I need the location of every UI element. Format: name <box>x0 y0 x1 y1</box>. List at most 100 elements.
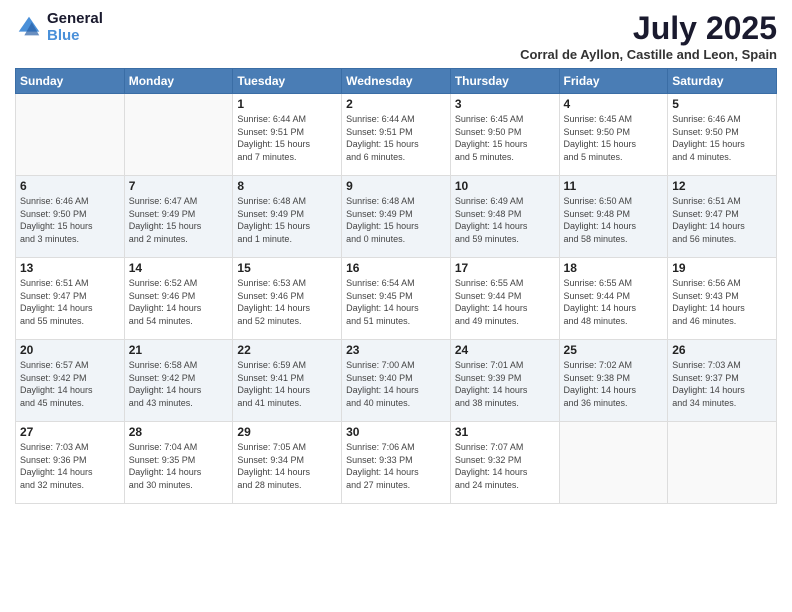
day-number: 16 <box>346 261 446 275</box>
calendar-day: 5 Sunrise: 6:46 AM Sunset: 9:50 PM Daylig… <box>668 94 777 176</box>
day-info: Sunrise: 6:57 AM Sunset: 9:42 PM Dayligh… <box>20 359 120 409</box>
day-info: Sunrise: 6:54 AM Sunset: 9:45 PM Dayligh… <box>346 277 446 327</box>
page: General Blue July 2025 Corral de Ayllon,… <box>0 0 792 612</box>
day-number: 29 <box>237 425 337 439</box>
calendar-day: 6Sunrise: 6:46 AM Sunset: 9:50 PM Daylig… <box>16 176 125 258</box>
calendar-day: 15Sunrise: 6:53 AM Sunset: 9:46 PM Dayli… <box>233 258 342 340</box>
calendar-day: 28Sunrise: 7:04 AM Sunset: 9:35 PM Dayli… <box>124 422 233 504</box>
calendar-day <box>668 422 777 504</box>
day-info: Sunrise: 7:01 AM Sunset: 9:39 PM Dayligh… <box>455 359 555 409</box>
calendar-day: 7 Sunrise: 6:47 AM Sunset: 9:49 PM Daylig… <box>124 176 233 258</box>
calendar-day: 8 Sunrise: 6:48 AM Sunset: 9:49 PM Daylig… <box>233 176 342 258</box>
day-info: Sunrise: 6:48 AM Sunset: 9:49 PM Dayligh… <box>237 195 337 245</box>
col-header-thursday: Thursday <box>450 69 559 94</box>
day-info: Sunrise: 6:44 AM Sunset: 9:51 PM Dayligh… <box>346 113 446 163</box>
day-number: 13 <box>20 261 120 275</box>
calendar-day: 23 Sunrise: 7:00 AM Sunset: 9:40 PM Dayli… <box>342 340 451 422</box>
day-number: 11 <box>564 179 664 193</box>
day-number: 24 <box>455 343 555 357</box>
day-info: Sunrise: 6:51 AM Sunset: 9:47 PM Dayligh… <box>672 195 772 245</box>
calendar-week-3: 13 Sunrise: 6:51 AM Sunset: 9:47 PM Dayli… <box>16 258 777 340</box>
calendar-day: 9 Sunrise: 6:48 AM Sunset: 9:49 PM Daylig… <box>342 176 451 258</box>
day-info: Sunrise: 7:02 AM Sunset: 9:38 PM Dayligh… <box>564 359 664 409</box>
day-number: 10 <box>455 179 555 193</box>
calendar-table: SundayMondayTuesdayWednesdayThursdayFrid… <box>15 68 777 504</box>
calendar-day: 19 Sunrise: 6:56 AM Sunset: 9:43 PM Dayli… <box>668 258 777 340</box>
day-info: Sunrise: 6:59 AM Sunset: 9:41 PM Dayligh… <box>237 359 337 409</box>
calendar-day: 27 Sunrise: 7:03 AM Sunset: 9:36 PM Dayli… <box>16 422 125 504</box>
day-info: Sunrise: 6:55 AM Sunset: 9:44 PM Dayligh… <box>564 277 664 327</box>
day-number: 28 <box>129 425 229 439</box>
day-number: 27 <box>20 425 120 439</box>
day-number: 19 <box>672 261 772 275</box>
day-info: Sunrise: 6:47 AM Sunset: 9:49 PM Dayligh… <box>129 195 229 245</box>
calendar-day: 10 Sunrise: 6:49 AM Sunset: 9:48 PM Dayli… <box>450 176 559 258</box>
calendar-day: 12 Sunrise: 6:51 AM Sunset: 9:47 PM Dayli… <box>668 176 777 258</box>
title-block: July 2025 Corral de Ayllon, Castille and… <box>520 10 777 62</box>
day-info: Sunrise: 7:06 AM Sunset: 9:33 PM Dayligh… <box>346 441 446 491</box>
calendar-day <box>559 422 668 504</box>
day-info: Sunrise: 7:07 AM Sunset: 9:32 PM Dayligh… <box>455 441 555 491</box>
day-number: 25 <box>564 343 664 357</box>
calendar-day: 13 Sunrise: 6:51 AM Sunset: 9:47 PM Dayli… <box>16 258 125 340</box>
day-number: 1 <box>237 97 337 111</box>
day-info: Sunrise: 6:51 AM Sunset: 9:47 PM Dayligh… <box>20 277 120 327</box>
day-number: 5 <box>672 97 772 111</box>
day-number: 22 <box>237 343 337 357</box>
calendar-week-4: 20 Sunrise: 6:57 AM Sunset: 9:42 PM Dayli… <box>16 340 777 422</box>
day-info: Sunrise: 6:52 AM Sunset: 9:46 PM Dayligh… <box>129 277 229 327</box>
calendar-day: 11 Sunrise: 6:50 AM Sunset: 9:48 PM Dayli… <box>559 176 668 258</box>
day-number: 26 <box>672 343 772 357</box>
day-info: Sunrise: 6:45 AM Sunset: 9:50 PM Dayligh… <box>455 113 555 163</box>
day-number: 12 <box>672 179 772 193</box>
calendar-day: 20 Sunrise: 6:57 AM Sunset: 9:42 PM Dayli… <box>16 340 125 422</box>
day-info: Sunrise: 6:49 AM Sunset: 9:48 PM Dayligh… <box>455 195 555 245</box>
day-number: 3 <box>455 97 555 111</box>
day-info: Sunrise: 7:00 AM Sunset: 9:40 PM Dayligh… <box>346 359 446 409</box>
logo: General Blue <box>15 10 103 44</box>
day-number: 9 <box>346 179 446 193</box>
day-number: 23 <box>346 343 446 357</box>
day-number: 20 <box>20 343 120 357</box>
calendar-day: 25 Sunrise: 7:02 AM Sunset: 9:38 PM Dayli… <box>559 340 668 422</box>
calendar-day: 24 Sunrise: 7:01 AM Sunset: 9:39 PM Dayli… <box>450 340 559 422</box>
day-number: 7 <box>129 179 229 193</box>
col-header-saturday: Saturday <box>668 69 777 94</box>
day-number: 31 <box>455 425 555 439</box>
calendar-day: 18 Sunrise: 6:55 AM Sunset: 9:44 PM Dayli… <box>559 258 668 340</box>
col-header-friday: Friday <box>559 69 668 94</box>
calendar-day: 14Sunrise: 6:52 AM Sunset: 9:46 PM Dayli… <box>124 258 233 340</box>
day-info: Sunrise: 6:53 AM Sunset: 9:46 PM Dayligh… <box>237 277 337 327</box>
day-info: Sunrise: 6:55 AM Sunset: 9:44 PM Dayligh… <box>455 277 555 327</box>
calendar-day <box>124 94 233 176</box>
col-header-monday: Monday <box>124 69 233 94</box>
day-info: Sunrise: 6:48 AM Sunset: 9:49 PM Dayligh… <box>346 195 446 245</box>
calendar-week-2: 6Sunrise: 6:46 AM Sunset: 9:50 PM Daylig… <box>16 176 777 258</box>
day-number: 8 <box>237 179 337 193</box>
logo-text: General Blue <box>47 10 103 44</box>
day-info: Sunrise: 6:50 AM Sunset: 9:48 PM Dayligh… <box>564 195 664 245</box>
day-info: Sunrise: 7:03 AM Sunset: 9:37 PM Dayligh… <box>672 359 772 409</box>
day-info: Sunrise: 6:46 AM Sunset: 9:50 PM Dayligh… <box>672 113 772 163</box>
calendar-day: 2 Sunrise: 6:44 AM Sunset: 9:51 PM Daylig… <box>342 94 451 176</box>
day-info: Sunrise: 6:58 AM Sunset: 9:42 PM Dayligh… <box>129 359 229 409</box>
day-info: Sunrise: 6:46 AM Sunset: 9:50 PM Dayligh… <box>20 195 120 245</box>
day-number: 2 <box>346 97 446 111</box>
col-header-sunday: Sunday <box>16 69 125 94</box>
calendar-day: 26 Sunrise: 7:03 AM Sunset: 9:37 PM Dayli… <box>668 340 777 422</box>
day-info: Sunrise: 7:03 AM Sunset: 9:36 PM Dayligh… <box>20 441 120 491</box>
day-number: 17 <box>455 261 555 275</box>
logo-icon <box>15 13 43 41</box>
calendar-day: 22 Sunrise: 6:59 AM Sunset: 9:41 PM Dayli… <box>233 340 342 422</box>
main-title: July 2025 <box>520 10 777 47</box>
col-header-wednesday: Wednesday <box>342 69 451 94</box>
day-info: Sunrise: 6:56 AM Sunset: 9:43 PM Dayligh… <box>672 277 772 327</box>
calendar-day: 17 Sunrise: 6:55 AM Sunset: 9:44 PM Dayli… <box>450 258 559 340</box>
calendar-day: 4Sunrise: 6:45 AM Sunset: 9:50 PM Daylig… <box>559 94 668 176</box>
calendar-day: 29 Sunrise: 7:05 AM Sunset: 9:34 PM Dayli… <box>233 422 342 504</box>
day-info: Sunrise: 7:05 AM Sunset: 9:34 PM Dayligh… <box>237 441 337 491</box>
day-number: 18 <box>564 261 664 275</box>
calendar-day: 21 Sunrise: 6:58 AM Sunset: 9:42 PM Dayli… <box>124 340 233 422</box>
day-number: 21 <box>129 343 229 357</box>
calendar-day: 1Sunrise: 6:44 AM Sunset: 9:51 PM Daylig… <box>233 94 342 176</box>
